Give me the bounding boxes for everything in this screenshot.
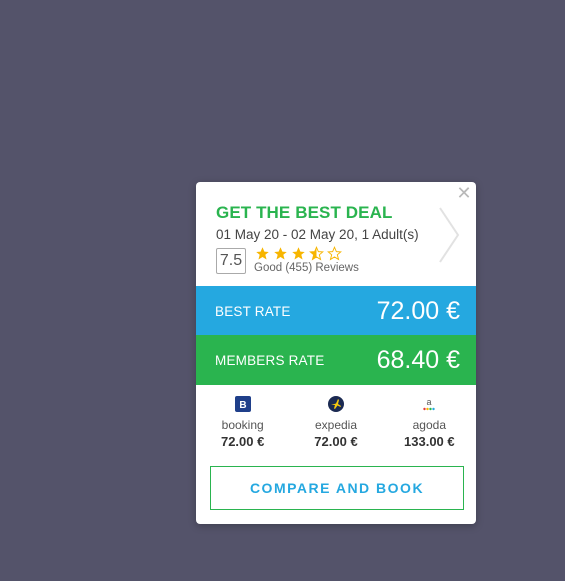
deal-title: GET THE BEST DEAL <box>216 203 393 222</box>
star-rating <box>255 246 342 261</box>
svg-text:a: a <box>427 397 432 407</box>
provider-name: agoda <box>412 418 446 432</box>
provider-price: 72.00 € <box>220 434 265 449</box>
stay-dates: 01 May 20 - 02 May 20, 1 Adult(s) <box>216 227 419 242</box>
expedia-logo-icon <box>327 396 344 412</box>
star-half-icon <box>309 246 324 261</box>
best-rate-label: BEST RATE <box>215 303 291 319</box>
star-full-icon <box>256 247 269 260</box>
svg-text:B: B <box>239 400 246 411</box>
provider-agoda[interactable]: a agoda 133.00 € <box>383 396 476 454</box>
members-rate-price: 68.40 € <box>376 345 460 374</box>
provider-price: 133.00 € <box>404 434 455 449</box>
agoda-logo-icon: a <box>421 396 437 412</box>
compare-and-book-button[interactable]: COMPARE AND BOOK <box>210 466 464 510</box>
best-rate-row[interactable]: BEST RATE 72.00 € <box>196 286 476 336</box>
provider-name: expedia <box>314 418 358 432</box>
reviews-text: Good (455) Reviews <box>254 262 359 274</box>
provider-booking[interactable]: B booking 72.00 € <box>196 396 289 454</box>
provider-price: 72.00 € <box>314 434 358 449</box>
members-rate-row[interactable]: MEMBERS RATE 68.40 € <box>196 335 476 385</box>
deal-popup: ✕ GET THE BEST DEAL 01 May 20 - 02 May 2… <box>196 182 476 524</box>
close-icon[interactable]: ✕ <box>456 184 472 202</box>
star-full-icon <box>292 247 305 260</box>
star-empty-icon <box>327 246 342 261</box>
best-rate-price: 72.00 € <box>376 296 460 325</box>
provider-name: booking <box>221 418 264 432</box>
booking-logo-icon: B <box>234 396 251 412</box>
members-rate-label: MEMBERS RATE <box>215 352 325 368</box>
next-arrow-icon[interactable] <box>434 204 464 266</box>
star-full-icon <box>274 247 287 260</box>
rating-score: 7.5 <box>216 248 246 274</box>
provider-expedia[interactable]: expedia 72.00 € <box>289 396 382 454</box>
providers-list: B booking 72.00 € expedia 72.00 € a agod… <box>196 396 476 454</box>
